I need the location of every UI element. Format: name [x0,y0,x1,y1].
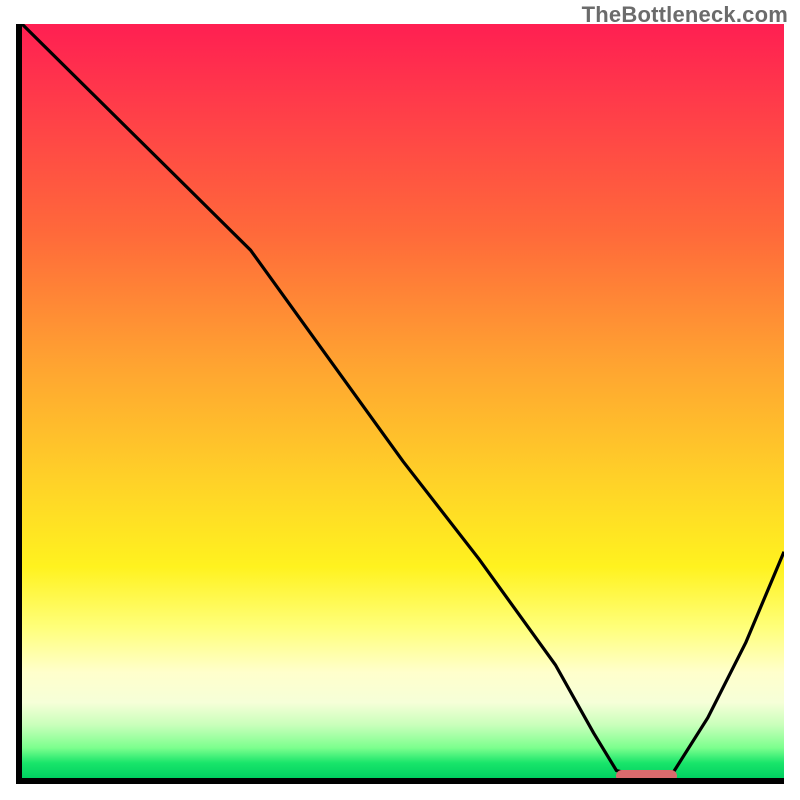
axes-border [16,24,784,784]
chart-frame: TheBottleneck.com [0,0,800,800]
